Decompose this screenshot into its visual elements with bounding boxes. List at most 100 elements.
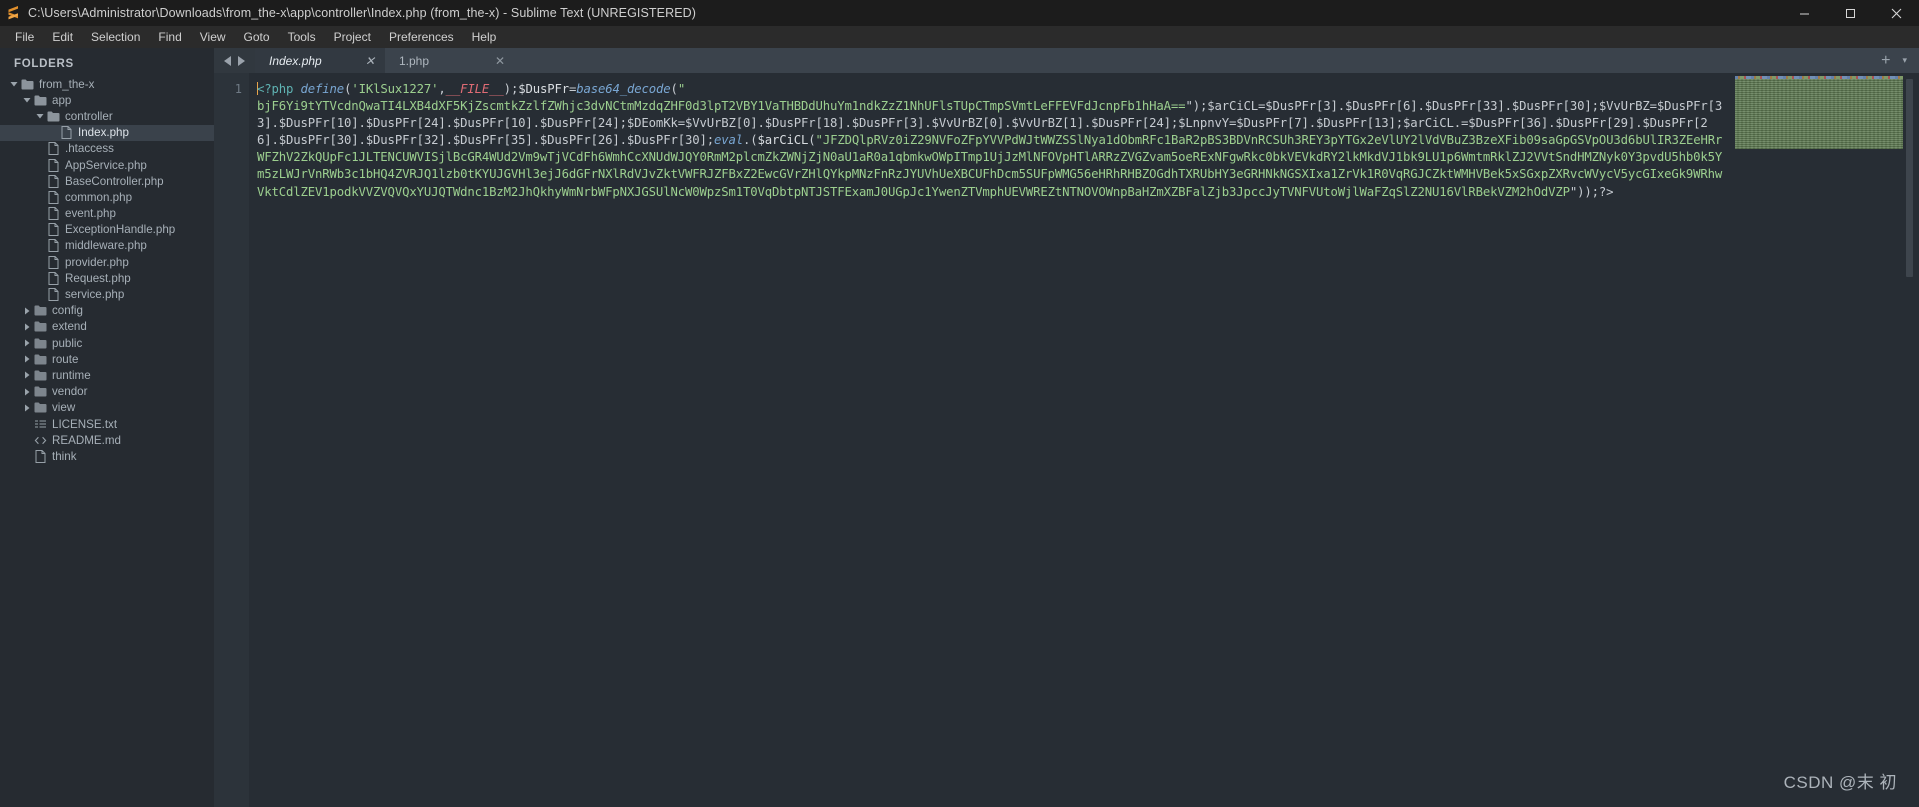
punct: ( [670, 82, 678, 96]
chevron-down-icon[interactable] [21, 96, 32, 104]
code-minimap[interactable] [1729, 73, 1919, 807]
csdn-watermark: CSDN @末 初 [1783, 773, 1897, 792]
tab-prev-arrow-icon[interactable] [224, 55, 231, 66]
menu-item-file[interactable]: File [6, 28, 43, 46]
file-icon [45, 158, 61, 172]
chevron-right-icon[interactable] [21, 388, 32, 396]
editor-pane: Index.php ✕ 1.php ✕ + ▾ 1 <?php define('… [214, 48, 1919, 807]
sidebar-item-think[interactable]: think [0, 448, 214, 464]
define-arg-name: 'IKlSux1227' [351, 82, 439, 96]
tab-nav-arrows[interactable] [214, 48, 255, 73]
tab-bar: Index.php ✕ 1.php ✕ + ▾ [214, 48, 1919, 73]
menu-item-find[interactable]: Find [149, 28, 190, 46]
sidebar-item-request-php[interactable]: Request.php [0, 270, 214, 286]
menu-item-preferences[interactable]: Preferences [380, 28, 463, 46]
sidebar-item-label: README.md [52, 433, 121, 447]
sidebar-item-label: ExceptionHandle.php [65, 223, 176, 237]
sidebar-item-controller[interactable]: controller [0, 108, 214, 124]
chevron-down-icon[interactable] [8, 80, 19, 88]
tab-label: 1.php [399, 53, 430, 68]
menu-item-goto[interactable]: Goto [235, 28, 279, 46]
sidebar-item-label: .htaccess [65, 142, 114, 156]
chevron-right-icon[interactable] [21, 404, 32, 412]
sidebar-item-runtime[interactable]: runtime [0, 367, 214, 383]
sidebar-item-app[interactable]: app [0, 92, 214, 108]
sidebar-item-public[interactable]: public [0, 335, 214, 351]
tabbar-controls: + ▾ [1869, 48, 1919, 73]
minimap-scrollbar[interactable] [1906, 79, 1913, 277]
tab-next-arrow-icon[interactable] [238, 55, 245, 66]
chevron-right-icon[interactable] [21, 307, 32, 315]
sidebar-item-label: app [52, 93, 72, 107]
chevron-right-icon[interactable] [21, 339, 32, 347]
sidebar-file-tree[interactable]: FOLDERS from_the-xapp controller Index.php… [0, 48, 214, 807]
sidebar-item-from-the-x[interactable]: from_the-x [0, 76, 214, 92]
chevron-down-icon[interactable]: ▾ [1902, 56, 1907, 65]
minimap-content-block [1735, 79, 1903, 149]
sidebar-item-license-txt[interactable]: LICENSE.txt [0, 416, 214, 432]
title-bar: C:\Users\Administrator\Downloads\from_th… [0, 0, 1919, 26]
tab-index-php[interactable]: Index.php ✕ [255, 48, 385, 73]
sublime-logo-icon [0, 0, 26, 26]
eval-function: eval [713, 133, 743, 148]
tabbar-spacer [515, 48, 1870, 73]
folder-icon [32, 402, 48, 413]
base64-payload-1: bjF6Yi9tYTVcdnQwaTI4LXB4dXF5KjZscmtkZzlf… [257, 99, 1186, 114]
sidebar-item-exceptionhandle-php[interactable]: ExceptionHandle.php [0, 222, 214, 238]
sidebar-item-provider-php[interactable]: provider.php [0, 254, 214, 270]
sidebar-item-extend[interactable]: extend [0, 319, 214, 335]
file-icon [45, 239, 61, 253]
chevron-down-icon[interactable] [34, 112, 45, 120]
sidebar-item-label: think [52, 449, 77, 463]
file-magic-constant: __FILE__ [445, 82, 504, 96]
code-editor-area[interactable]: 1 <?php define('IKlSux1227',__FILE__);$D… [214, 73, 1919, 807]
close-icon[interactable]: ✕ [495, 55, 505, 67]
maximize-button[interactable] [1827, 0, 1873, 26]
sidebar-header: FOLDERS [14, 58, 74, 70]
menu-item-selection[interactable]: Selection [82, 28, 149, 46]
sidebar-item-index-php[interactable]: Index.php [0, 124, 214, 141]
chevron-right-icon[interactable] [21, 371, 32, 379]
close-button[interactable] [1873, 0, 1919, 26]
sidebar-item-basecontroller-php[interactable]: BaseController.php [0, 173, 214, 189]
sidebar-item-config[interactable]: config [0, 303, 214, 319]
chevron-right-icon[interactable] [21, 323, 32, 331]
sidebar-item-route[interactable]: route [0, 351, 214, 367]
sidebar-item-common-php[interactable]: common.php [0, 189, 214, 205]
sidebar-item-appservice-php[interactable]: AppService.php [0, 157, 214, 173]
menu-item-project[interactable]: Project [325, 28, 380, 46]
sidebar-item-readme-md[interactable]: README.md [0, 432, 214, 448]
variable-duspfr: $DusPFr [518, 82, 569, 96]
folder-icon [45, 111, 61, 122]
new-tab-icon[interactable]: + [1881, 52, 1890, 69]
sublime-text-window: C:\Users\Administrator\Downloads\from_th… [0, 0, 1919, 807]
menu-item-edit[interactable]: Edit [43, 28, 82, 46]
file-icon [45, 142, 61, 156]
code-scroll-region[interactable]: <?php define('IKlSux1227',__FILE__);$Dus… [249, 73, 1729, 807]
sidebar-item-event-php[interactable]: event.php [0, 206, 214, 222]
tab-1-php[interactable]: 1.php ✕ [385, 48, 515, 73]
menu-item-help[interactable]: Help [463, 28, 506, 46]
folder-icon [19, 79, 35, 90]
sidebar-item-view[interactable]: view [0, 400, 214, 416]
menu-bar: File Edit Selection Find View Goto Tools… [0, 26, 1919, 48]
sidebar-item-label: service.php [65, 288, 125, 302]
main-area: FOLDERS from_the-x app controller Index.php… [0, 48, 1919, 807]
chevron-right-icon[interactable] [21, 355, 32, 363]
sidebar-item-label: from_the-x [39, 77, 95, 91]
line-number-gutter: 1 [214, 73, 249, 807]
menu-item-view[interactable]: View [191, 28, 235, 46]
punct: , [438, 82, 446, 96]
menu-item-tools[interactable]: Tools [279, 28, 325, 46]
punct: " [815, 133, 823, 148]
file-icon [45, 190, 61, 204]
sidebar-item-label: middleware.php [65, 239, 147, 253]
sidebar-item-middleware-php[interactable]: middleware.php [0, 238, 214, 254]
source-code[interactable]: <?php define('IKlSux1227',__FILE__);$Dus… [257, 81, 1729, 201]
close-icon[interactable]: ✕ [365, 55, 375, 67]
minimize-button[interactable] [1781, 0, 1827, 26]
sidebar-item-htaccess[interactable]: .htaccess [0, 141, 214, 157]
sidebar-item-label: runtime [52, 368, 91, 382]
sidebar-item-vendor[interactable]: vendor [0, 384, 214, 400]
sidebar-item-service-php[interactable]: service.php [0, 286, 214, 302]
